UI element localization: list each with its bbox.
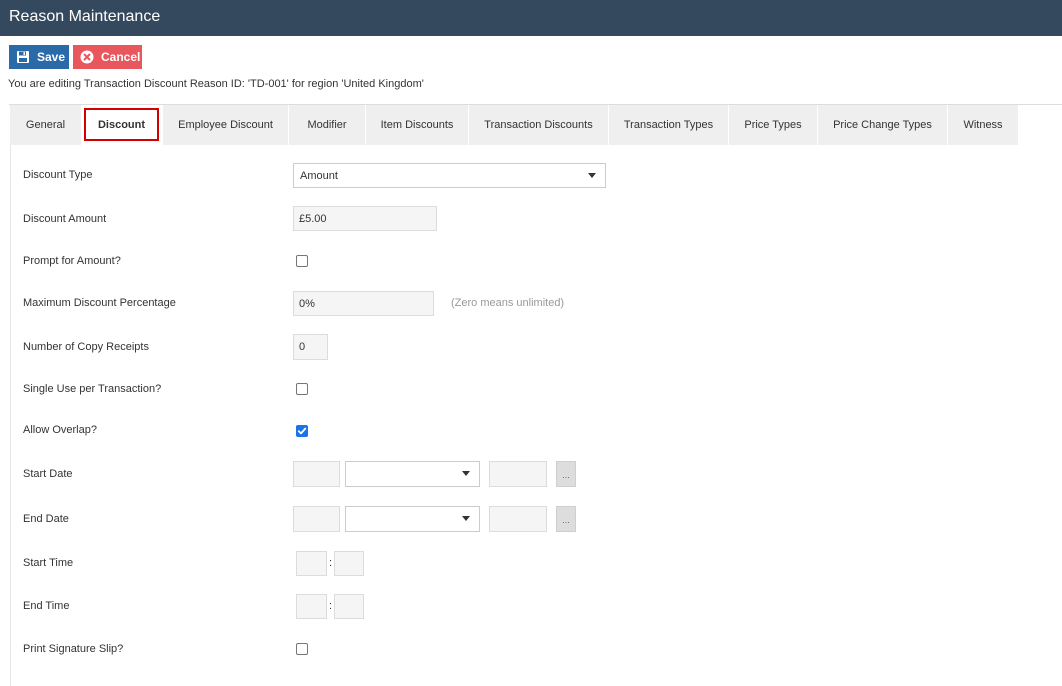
end-time-separator: : (329, 600, 333, 612)
single-use-label: Single Use per Transaction? (23, 383, 162, 395)
tab-transaction-types[interactable]: Transaction Types (609, 105, 729, 145)
tab-item-discounts[interactable]: Item Discounts (366, 105, 469, 145)
discount-amount-label: Discount Amount (23, 213, 107, 225)
prompt-for-amount-label: Prompt for Amount? (23, 255, 121, 267)
prompt-for-amount-checkbox[interactable] (296, 255, 308, 267)
cancel-button[interactable]: Cancel (73, 45, 142, 69)
discount-amount-input[interactable] (293, 206, 437, 231)
cancel-button-label: Cancel (101, 50, 141, 64)
print-signature-slip-label: Print Signature Slip? (23, 643, 124, 655)
allow-overlap-label: Allow Overlap? (23, 424, 97, 436)
tab-employee-discount[interactable]: Employee Discount (163, 105, 289, 145)
start-date-year-input[interactable] (489, 461, 547, 487)
end-date-day-input[interactable] (293, 506, 340, 532)
content-border (10, 145, 11, 686)
allow-overlap-checkbox[interactable] (296, 425, 308, 437)
floppy-disk-icon (16, 50, 30, 64)
tab-bar: General Discount Employee Discount Modif… (10, 105, 1019, 145)
single-use-checkbox[interactable] (296, 383, 308, 395)
end-date-picker-button[interactable]: ... (556, 506, 576, 532)
discount-type-label: Discount Type (23, 169, 93, 181)
end-time-label: End Time (23, 600, 70, 612)
start-date-label: Start Date (23, 468, 73, 480)
tab-price-change-types[interactable]: Price Change Types (818, 105, 948, 145)
save-button-label: Save (37, 50, 66, 64)
chevron-down-icon (588, 172, 596, 178)
tab-general[interactable]: General (10, 105, 82, 145)
start-time-label: Start Time (23, 557, 74, 569)
start-time-minute-input[interactable] (334, 551, 364, 576)
chevron-down-icon (462, 471, 470, 476)
tab-transaction-discounts[interactable]: Transaction Discounts (469, 105, 609, 145)
discount-type-value: Amount (300, 169, 338, 182)
end-date-year-input[interactable] (489, 506, 547, 532)
window-title: Reason Maintenance (0, 0, 1062, 36)
end-time-minute-input[interactable] (334, 594, 364, 619)
discount-type-select[interactable]: Amount (293, 163, 606, 188)
start-date-month-select[interactable] (345, 461, 480, 487)
end-date-label: End Date (23, 513, 69, 525)
tab-price-types[interactable]: Price Types (729, 105, 818, 145)
print-signature-slip-checkbox[interactable] (296, 643, 308, 655)
max-discount-pct-label: Maximum Discount Percentage (23, 297, 176, 309)
start-time-separator: : (329, 557, 333, 569)
start-time-hour-input[interactable] (296, 551, 327, 576)
save-button[interactable]: Save (9, 45, 69, 69)
start-date-picker-button[interactable]: ... (556, 461, 576, 487)
start-date-day-input[interactable] (293, 461, 340, 487)
checkmark-icon (297, 427, 307, 435)
copy-receipts-label: Number of Copy Receipts (23, 341, 149, 353)
close-circle-icon (80, 50, 94, 64)
edit-info-text: You are editing Transaction Discount Rea… (8, 78, 424, 90)
max-discount-pct-hint: (Zero means unlimited) (451, 297, 565, 309)
copy-receipts-input[interactable] (293, 334, 328, 360)
tab-modifier[interactable]: Modifier (289, 105, 366, 145)
max-discount-pct-input[interactable] (293, 291, 434, 316)
end-date-month-select[interactable] (345, 506, 480, 532)
end-time-hour-input[interactable] (296, 594, 327, 619)
chevron-down-icon (462, 516, 470, 521)
tab-witness[interactable]: Witness (948, 105, 1019, 145)
tab-discount[interactable]: Discount (84, 108, 159, 141)
